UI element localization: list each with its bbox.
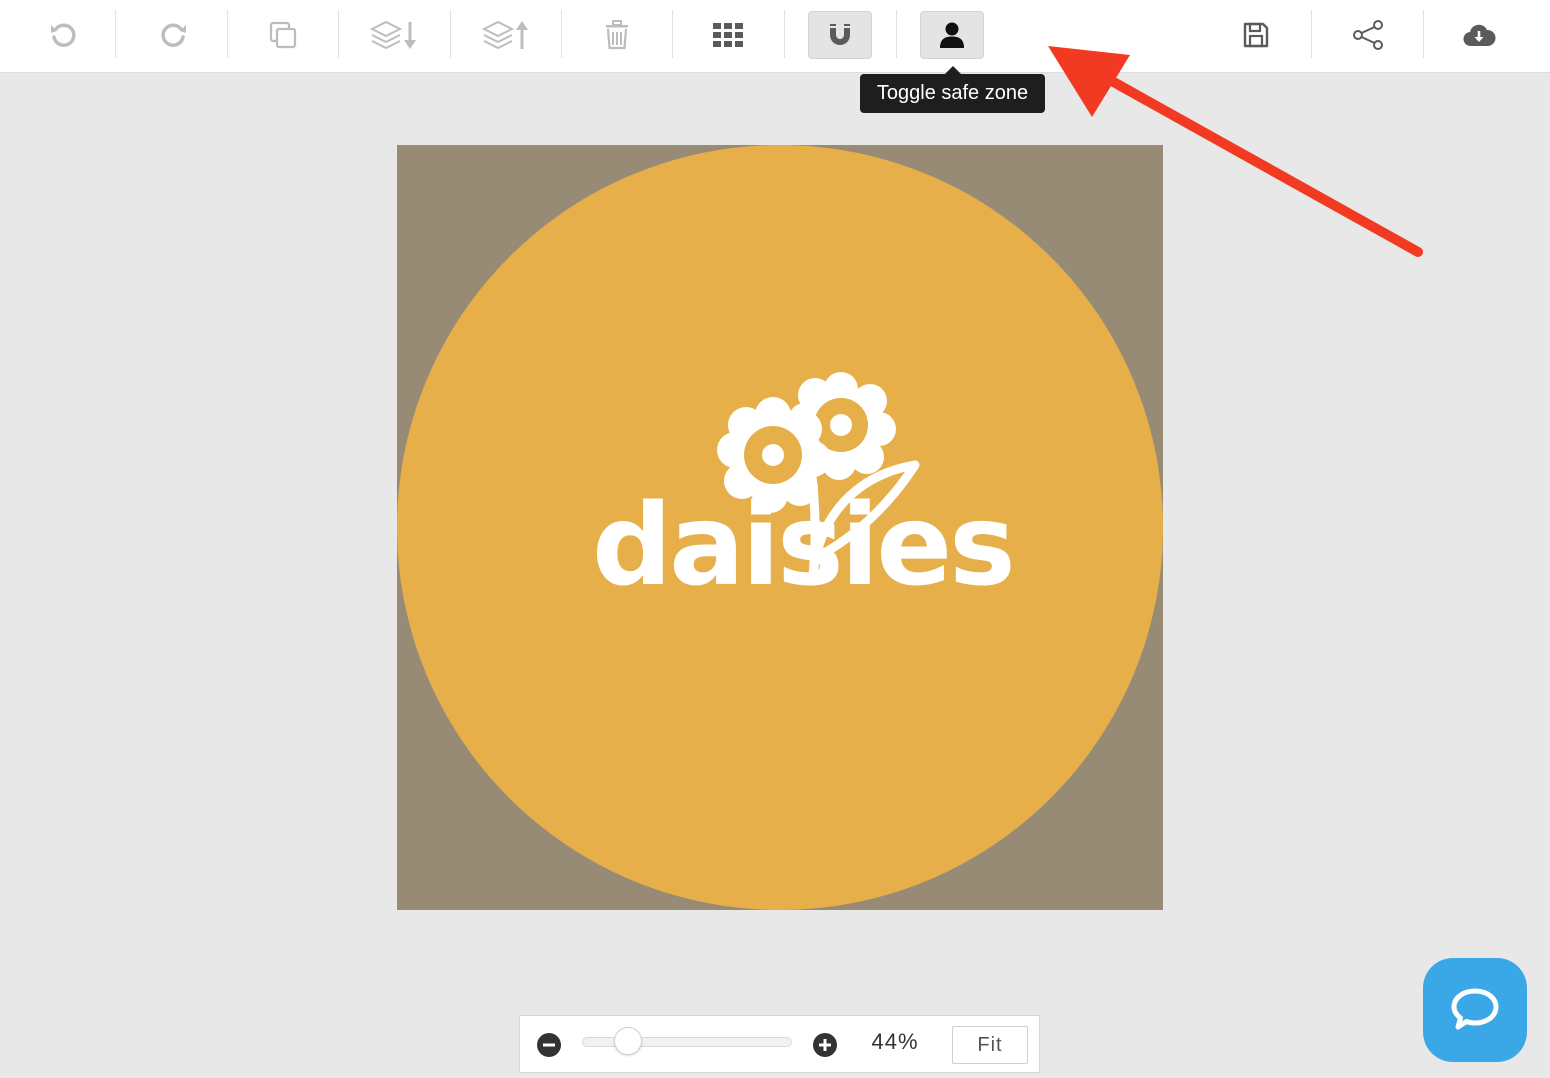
grid-button[interactable] — [696, 11, 760, 59]
chat-support-button[interactable] — [1423, 958, 1527, 1062]
layers-up-icon — [481, 20, 528, 50]
redo-button[interactable] — [142, 11, 206, 59]
toolbar-divider — [227, 10, 228, 58]
toolbar-divider — [1311, 10, 1312, 58]
undo-icon — [51, 23, 76, 47]
chat-bubble-icon — [1451, 988, 1499, 1030]
redo-icon — [161, 23, 186, 47]
save-icon — [1243, 22, 1269, 48]
zoom-percentage: 44% — [871, 1029, 919, 1054]
user-icon — [940, 22, 964, 48]
toolbar-divider — [115, 10, 116, 58]
safe-zone-tooltip: Toggle safe zone — [860, 66, 1045, 113]
bring-forward-button[interactable] — [474, 11, 538, 59]
logo-text[interactable]: daisies — [592, 490, 1016, 602]
toolbar-divider — [784, 10, 785, 58]
safe-zone-toggle-button[interactable] — [920, 11, 984, 59]
toolbar-divider — [1423, 10, 1424, 58]
trash-icon — [606, 20, 628, 50]
magnet-icon — [830, 24, 850, 45]
fit-button[interactable]: Fit — [952, 1026, 1028, 1064]
design-canvas[interactable]: daisies — [397, 145, 1163, 910]
share-icon — [1353, 20, 1383, 50]
delete-button[interactable] — [585, 11, 649, 59]
toolbar-divider — [338, 10, 339, 58]
undo-button[interactable] — [31, 11, 95, 59]
share-button[interactable] — [1336, 11, 1400, 59]
grid-icon — [713, 23, 743, 47]
toolbar-divider — [450, 10, 451, 58]
duplicate-button[interactable] — [251, 11, 315, 59]
zoom-controls: 44% Fit — [519, 1015, 1040, 1073]
toolbar-divider — [896, 10, 897, 58]
download-button[interactable] — [1447, 11, 1511, 59]
toolbar-divider — [561, 10, 562, 58]
snap-toggle-button[interactable] — [808, 11, 872, 59]
duplicate-icon — [269, 21, 297, 49]
layers-down-icon — [369, 20, 416, 50]
cloud-download-icon — [1463, 24, 1496, 47]
zoom-out-icon[interactable] — [536, 1032, 562, 1058]
save-button[interactable] — [1224, 11, 1288, 59]
toolbar — [0, 0, 1550, 73]
toolbar-divider — [672, 10, 673, 58]
zoom-slider-thumb[interactable] — [614, 1027, 642, 1055]
zoom-in-icon[interactable] — [812, 1032, 838, 1058]
send-backward-button[interactable] — [362, 11, 426, 59]
